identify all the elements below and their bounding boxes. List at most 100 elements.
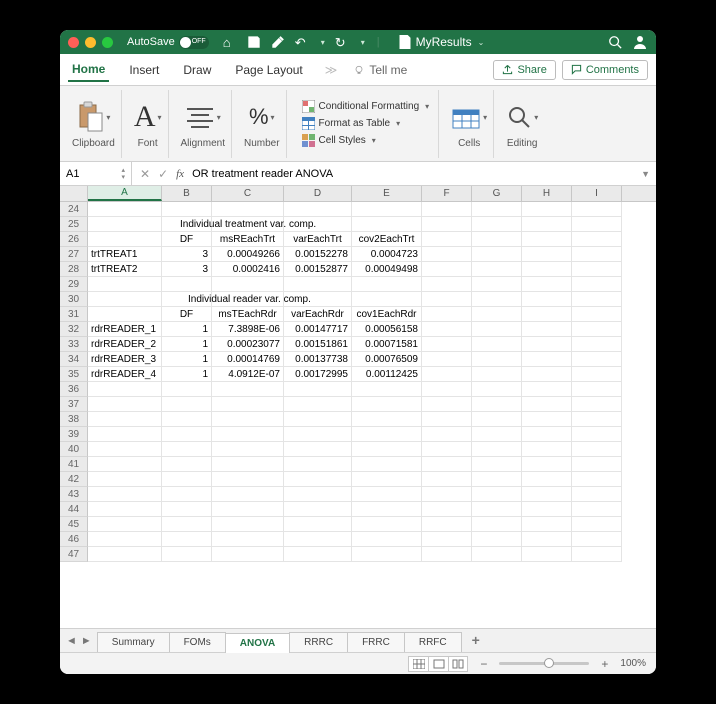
cell-C46[interactable] [212,532,284,547]
cell-B45[interactable] [162,517,212,532]
row-header-25[interactable]: 25 [60,217,88,232]
cell-styles-button[interactable]: Cell Styles▾ [299,133,433,148]
cell-I34[interactable] [572,352,622,367]
cell-H34[interactable] [522,352,572,367]
cell-G29[interactable] [472,277,522,292]
cell-B26[interactable]: DF [162,232,212,247]
col-header-I[interactable]: I [572,186,622,201]
cell-A45[interactable] [88,517,162,532]
cell-F31[interactable] [422,307,472,322]
cell-A46[interactable] [88,532,162,547]
cell-D35[interactable]: 0.00172995 [284,367,352,382]
zoom-in-button[interactable]: + [597,657,612,671]
cell-G33[interactable] [472,337,522,352]
sheet-tab-rrrc[interactable]: RRRC [289,632,348,652]
row-header-36[interactable]: 36 [60,382,88,397]
cell-E36[interactable] [352,382,422,397]
cell-B40[interactable] [162,442,212,457]
cell-C32[interactable]: 7.3898E-06 [212,322,284,337]
cell-H40[interactable] [522,442,572,457]
cell-C38[interactable] [212,412,284,427]
cell-D26[interactable]: varEachTrt [284,232,352,247]
formula-expand-icon[interactable]: ▼ [635,169,656,179]
undo-icon[interactable]: ↶ [295,35,309,49]
view-normal-button[interactable] [408,656,428,672]
accept-formula-icon[interactable]: ✓ [158,167,168,181]
cell-A30[interactable] [88,292,162,307]
cell-A29[interactable] [88,277,162,292]
row-header-45[interactable]: 45 [60,517,88,532]
cell-E40[interactable] [352,442,422,457]
row-header-29[interactable]: 29 [60,277,88,292]
minimize-window-button[interactable] [85,37,96,48]
cell-I26[interactable] [572,232,622,247]
cell-F29[interactable] [422,277,472,292]
cell-G35[interactable] [472,367,522,382]
row-header-24[interactable]: 24 [60,202,88,217]
cell-H30[interactable] [522,292,572,307]
cell-B31[interactable]: DF [162,307,212,322]
cell-H44[interactable] [522,502,572,517]
cell-H26[interactable] [522,232,572,247]
sheet-tab-summary[interactable]: Summary [97,632,170,652]
row-header-37[interactable]: 37 [60,397,88,412]
cell-B41[interactable] [162,457,212,472]
cell-C42[interactable] [212,472,284,487]
cell-B47[interactable] [162,547,212,562]
cell-G40[interactable] [472,442,522,457]
tab-draw[interactable]: Draw [179,59,215,81]
cell-E31[interactable]: cov1EachRdr [352,307,422,322]
cell-B42[interactable] [162,472,212,487]
row-header-33[interactable]: 33 [60,337,88,352]
cell-D42[interactable] [284,472,352,487]
autosave-toggle[interactable]: AutoSave OFF [127,36,209,49]
cell-G31[interactable] [472,307,522,322]
cell-A32[interactable]: rdrREADER_1 [88,322,162,337]
formula-input[interactable]: OR treatment reader ANOVA [190,168,635,180]
cell-B32[interactable]: 1 [162,322,212,337]
sheet-nav-next[interactable]: ► [81,635,92,647]
cell-F30[interactable] [422,292,472,307]
cell-I27[interactable] [572,247,622,262]
cell-H25[interactable] [522,217,572,232]
cell-E28[interactable]: 0.00049498 [352,262,422,277]
cell-E33[interactable]: 0.00071581 [352,337,422,352]
cell-A40[interactable] [88,442,162,457]
row-header-28[interactable]: 28 [60,262,88,277]
cells-icon[interactable]: ▾ [451,98,487,136]
cell-I39[interactable] [572,427,622,442]
cell-F47[interactable] [422,547,472,562]
cell-F27[interactable] [422,247,472,262]
cell-I29[interactable] [572,277,622,292]
cell-G28[interactable] [472,262,522,277]
cell-C40[interactable] [212,442,284,457]
cell-G39[interactable] [472,427,522,442]
cell-G44[interactable] [472,502,522,517]
fullscreen-window-button[interactable] [102,37,113,48]
cell-I47[interactable] [572,547,622,562]
cell-A37[interactable] [88,397,162,412]
cell-F41[interactable] [422,457,472,472]
tab-home[interactable]: Home [68,58,109,82]
cell-H28[interactable] [522,262,572,277]
more-tabs-icon[interactable]: ≫ [325,63,338,77]
cell-D36[interactable] [284,382,352,397]
cell-E39[interactable] [352,427,422,442]
cell-E29[interactable] [352,277,422,292]
cell-I24[interactable] [572,202,622,217]
cell-D27[interactable]: 0.00152278 [284,247,352,262]
cell-B36[interactable] [162,382,212,397]
cell-H24[interactable] [522,202,572,217]
cell-H36[interactable] [522,382,572,397]
sheet-tab-foms[interactable]: FOMs [169,632,226,652]
close-window-button[interactable] [68,37,79,48]
cell-A47[interactable] [88,547,162,562]
cell-G25[interactable] [472,217,522,232]
cell-A42[interactable] [88,472,162,487]
redo-icon[interactable]: ↻ [335,35,349,49]
cell-A27[interactable]: trtTREAT1 [88,247,162,262]
cell-A39[interactable] [88,427,162,442]
cell-I30[interactable] [572,292,622,307]
cell-D45[interactable] [284,517,352,532]
cell-B44[interactable] [162,502,212,517]
